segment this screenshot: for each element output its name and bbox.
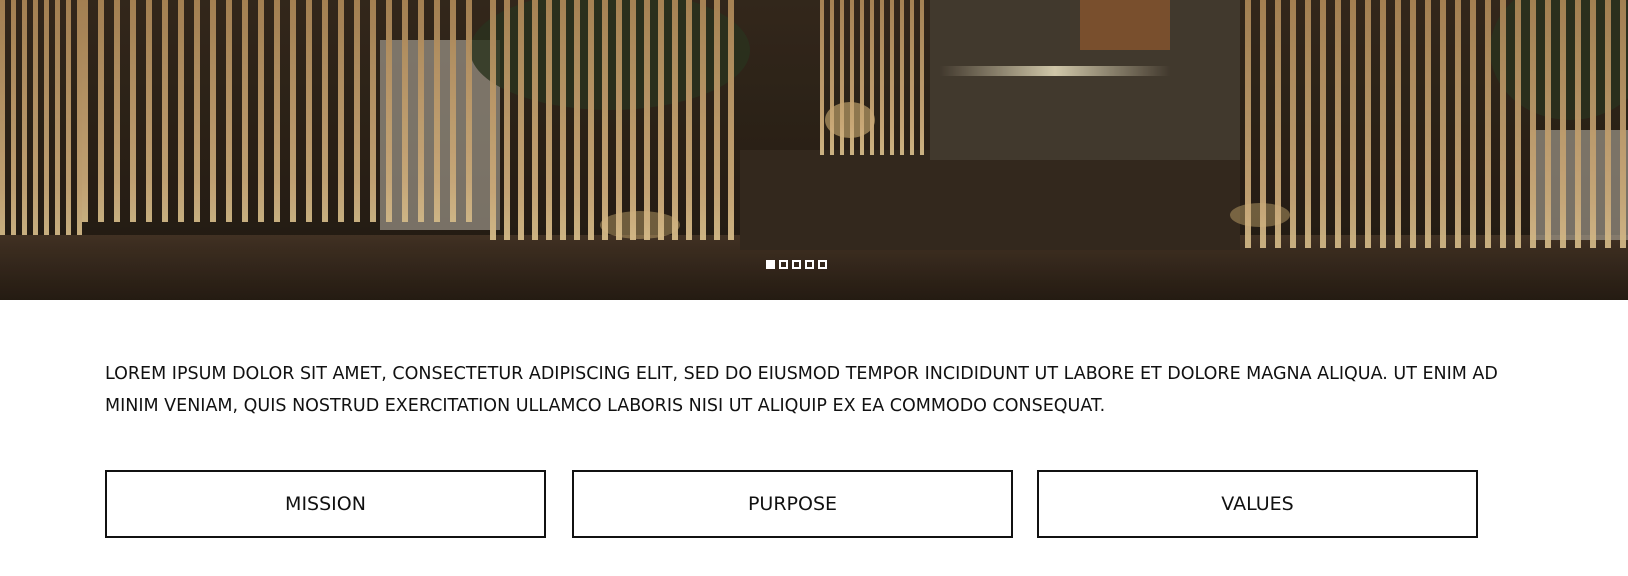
mission-button[interactable]: MISSION: [105, 470, 546, 538]
slide-dot-4[interactable]: [805, 260, 814, 269]
hero-slider: [0, 0, 1628, 300]
value-tiles: MISSION PURPOSE VALUES: [105, 470, 1480, 538]
intro-text: LOREM IPSUM DOLOR SIT AMET, CONSECTETUR …: [105, 364, 1498, 416]
slide-dot-3[interactable]: [792, 260, 801, 269]
slide-dot-2[interactable]: [779, 260, 788, 269]
hero-image: [0, 0, 1628, 300]
slider-pagination: [766, 260, 827, 269]
values-button[interactable]: VALUES: [1037, 470, 1478, 538]
slide-dot-1[interactable]: [766, 260, 775, 269]
slide-dot-5[interactable]: [818, 260, 827, 269]
purpose-button[interactable]: PURPOSE: [572, 470, 1013, 538]
